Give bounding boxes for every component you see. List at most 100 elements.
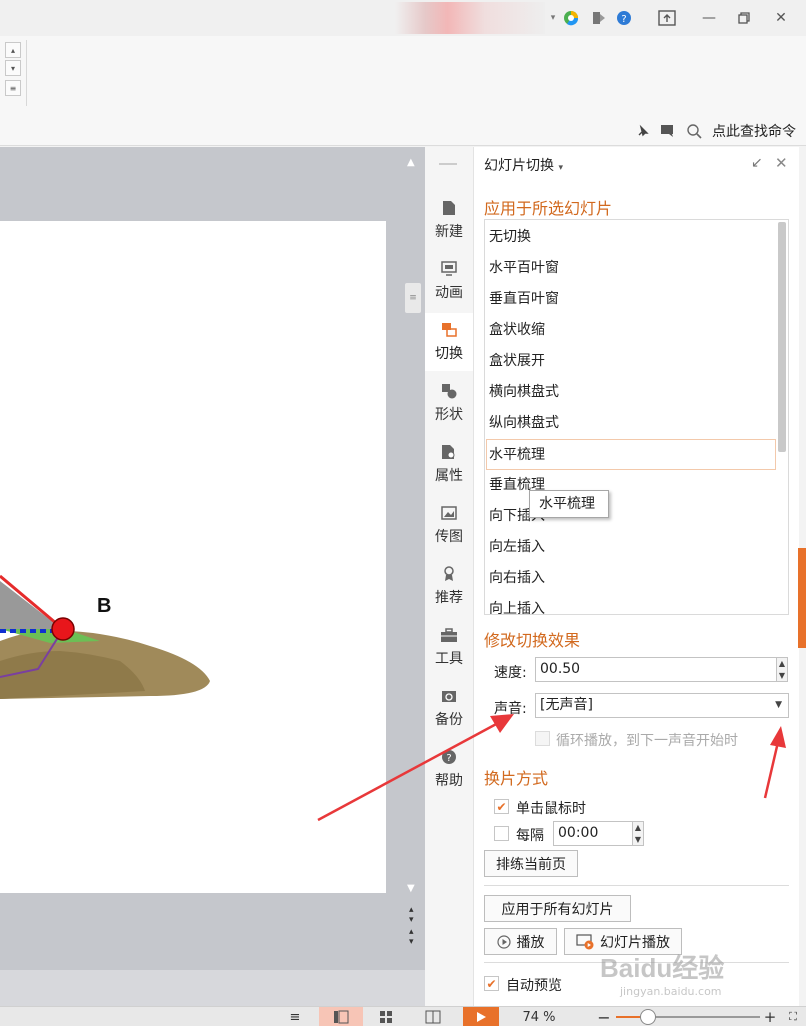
slideshow-play-icon[interactable]	[463, 1007, 499, 1026]
reading-view-icon[interactable]	[421, 1007, 445, 1026]
tab-label: 属性	[435, 468, 463, 484]
status-bar: ≡ 74 % − + ⛶	[0, 1006, 806, 1026]
transition-list-item[interactable]: 纵向棋盘式	[489, 408, 775, 439]
zoom-in-icon[interactable]: +	[763, 1007, 777, 1026]
transition-list-item[interactable]: 盒状展开	[489, 346, 775, 377]
auto-preview-checkbox[interactable]: ✔	[484, 976, 499, 991]
minimize-button[interactable]: —	[698, 8, 720, 28]
speed-label: 速度:	[494, 665, 527, 681]
prev-slide-icon[interactable]: ▴ ▾	[409, 905, 414, 925]
undock-icon[interactable]: ↙	[751, 155, 763, 171]
baidu-watermark: Baidu经验 jingyan.baidu.com	[600, 948, 790, 1004]
upload-window-icon[interactable]	[657, 8, 677, 28]
tab-shape[interactable]: 形状	[425, 374, 473, 432]
tab-properties[interactable]: 属性	[425, 435, 473, 493]
transition-list-item[interactable]: 向上插入	[489, 594, 775, 614]
slideshow-icon	[576, 933, 594, 949]
tab-label: 新建	[435, 224, 463, 240]
tab-animation[interactable]: 动画	[425, 252, 473, 310]
tab-backup[interactable]: 备份	[425, 679, 473, 737]
ribbon-spin-up[interactable]: ▴	[5, 42, 21, 58]
speed-input[interactable]: 00.50	[535, 657, 777, 682]
browser-icon[interactable]	[561, 8, 581, 28]
close-button[interactable]: ✕	[770, 8, 792, 28]
transition-list-item[interactable]: 水平百叶窗	[489, 253, 775, 284]
every-time-input[interactable]: 00:00	[553, 821, 633, 846]
tab-help[interactable]: ? 帮助	[425, 740, 473, 798]
zoom-level[interactable]: 74 %	[513, 1007, 565, 1026]
transition-list-item[interactable]: 横向棋盘式	[489, 377, 775, 408]
speed-stepper[interactable]: ▲ ▼	[776, 657, 788, 682]
restore-button[interactable]	[733, 8, 755, 28]
zoom-slider-track[interactable]	[616, 1009, 760, 1025]
slide-canvas-area[interactable]: B	[0, 147, 403, 970]
transition-list-item[interactable]: 向右插入	[489, 563, 775, 594]
play-button[interactable]: 播放	[484, 928, 557, 955]
transition-list-item[interactable]: 向左插入	[489, 532, 775, 563]
every-label: 每隔	[516, 828, 544, 844]
transition-list-item[interactable]: 盒状收缩	[489, 315, 775, 346]
normal-view-icon[interactable]	[319, 1007, 363, 1026]
transition-list-item[interactable]: 垂直百叶窗	[489, 284, 775, 315]
chevron-down-icon[interactable]: ▼	[775, 694, 782, 716]
file-icon	[440, 199, 458, 217]
transition-list-item[interactable]: 水平梳理	[486, 439, 776, 470]
tab-bar-grip[interactable]	[439, 163, 457, 165]
title-bar: ▾ ? — ✕	[0, 0, 806, 36]
tab-file[interactable]: 新建	[425, 191, 473, 249]
fit-window-icon[interactable]: ⛶	[784, 1007, 802, 1026]
apply-all-button[interactable]: 应用于所有幻灯片	[484, 895, 631, 922]
tab-image-upload[interactable]: 传图	[425, 496, 473, 554]
transition-list-item[interactable]: 无切换	[489, 222, 775, 253]
next-slide-icon[interactable]: ▴ ▾	[409, 927, 414, 947]
tab-label: 推荐	[435, 590, 463, 606]
pane-title[interactable]: 幻灯片切换 ▾	[484, 155, 563, 175]
transition-tooltip: 水平梳理	[529, 490, 609, 518]
scroll-up-icon[interactable]: ▲	[407, 157, 415, 168]
tab-toolbox[interactable]: 工具	[425, 618, 473, 676]
transition-list[interactable]: 无切换 水平百叶窗 垂直百叶窗 盒状收缩 盒状展开 横向棋盘式 纵向棋盘式 水平梳理 垂直梳理向…	[484, 219, 789, 615]
loop-checkbox[interactable]	[535, 731, 550, 746]
modify-effect-title: 修改切换效果	[484, 631, 581, 650]
every-checkbox[interactable]	[494, 826, 509, 841]
ribbon-spin-down[interactable]: ▾	[5, 60, 21, 76]
notes-icon[interactable]: ≡	[283, 1007, 307, 1026]
list-scrollbar[interactable]	[778, 222, 786, 452]
zoom-slider-thumb[interactable]	[640, 1009, 656, 1025]
slide-sorter-icon[interactable]	[374, 1007, 398, 1026]
side-tab-bar: 新建动画切换 形状属性传图推荐工具备份 ? 帮助	[425, 147, 473, 1006]
close-pane-icon[interactable]: ✕	[775, 154, 788, 172]
play-button-label: 播放	[516, 934, 545, 951]
scroll-down-icon[interactable]: ▼	[407, 883, 415, 894]
advance-title: 换片方式	[484, 769, 549, 788]
canvas-vertical-scrollbar[interactable]: ▲ ≡ ▼ ▴ ▾ ▴ ▾	[403, 147, 425, 970]
ribbon-expand[interactable]: ≡	[5, 80, 21, 96]
help-circle-icon[interactable]: ?	[615, 8, 635, 28]
svg-text:?: ?	[621, 14, 626, 25]
loop-label: 循环播放，到下一声音开始时	[556, 733, 738, 749]
tab-transition[interactable]: 切换	[425, 313, 473, 371]
tab-recommend[interactable]: 推荐	[425, 557, 473, 615]
search-label[interactable]: 点此查找命令	[712, 121, 796, 141]
sound-select[interactable]: [无声音] ▼	[535, 693, 789, 718]
pane-collapse-tab[interactable]	[798, 548, 806, 648]
scroll-thumb[interactable]: ≡	[405, 283, 421, 313]
slide[interactable]: B	[0, 221, 386, 893]
on-click-checkbox[interactable]: ✔	[494, 799, 509, 814]
chevron-down-icon[interactable]: ▾	[558, 163, 563, 173]
ribbon: ▴ ▾ ≡ 点此查找命令	[0, 36, 806, 146]
slide-transition-pane: 幻灯片切换 ▾ ↙ ✕ 应用于所选幻灯片 无切换 水平百叶窗 垂直百叶窗 盒状收缩 盒状…	[473, 147, 799, 1006]
watermark-text: Baidu经验	[600, 953, 725, 983]
rehearse-button[interactable]: 排练当前页	[484, 850, 578, 877]
zoom-out-icon[interactable]: −	[597, 1007, 611, 1026]
blurred-username	[395, 2, 545, 34]
command-search[interactable]: 点此查找命令	[636, 120, 796, 142]
tab-label: 备份	[435, 712, 463, 728]
tab-label: 动画	[435, 285, 463, 301]
dropdown-arrow-icon[interactable]: ▾	[543, 8, 563, 28]
toolbox-icon	[440, 626, 458, 644]
comment-icon[interactable]	[660, 124, 676, 138]
every-time-stepper[interactable]: ▲ ▼	[632, 821, 644, 846]
skin-icon[interactable]	[589, 8, 609, 28]
pin-icon[interactable]	[636, 124, 650, 138]
